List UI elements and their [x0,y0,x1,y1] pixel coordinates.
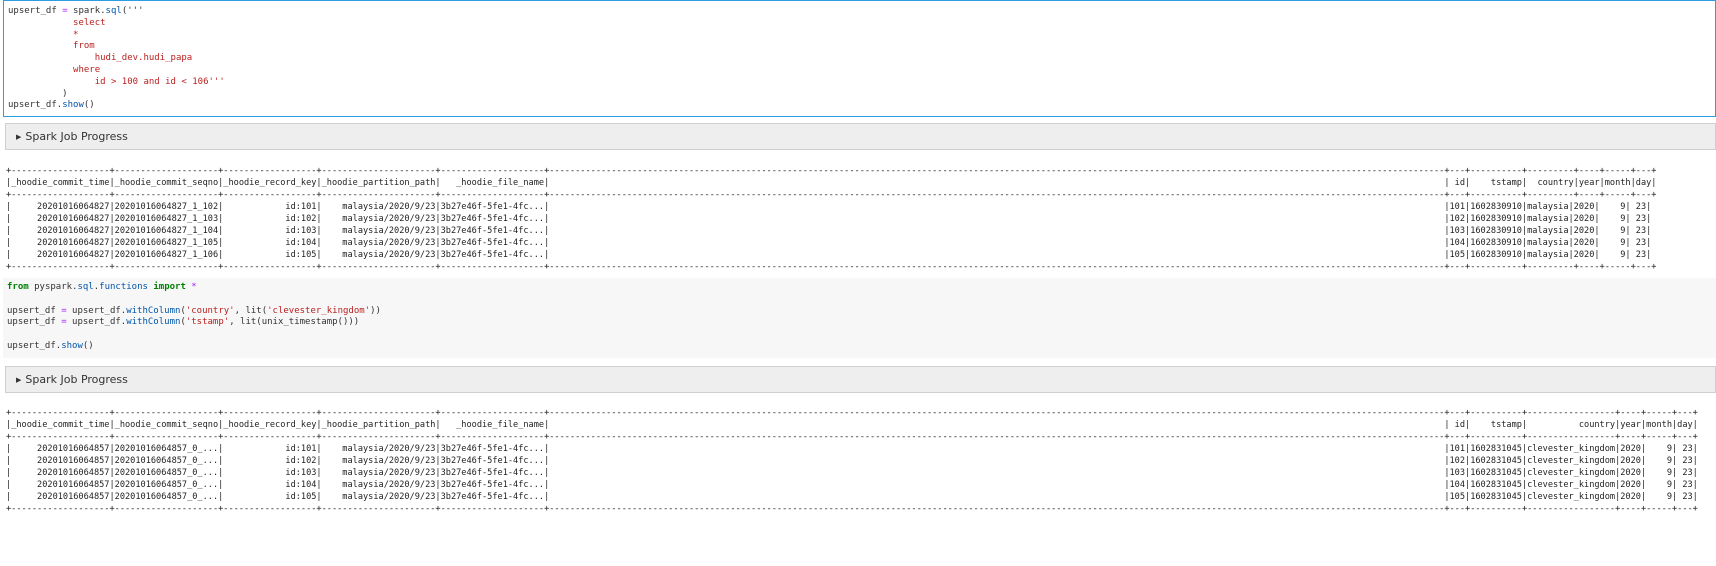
code-line: select [8,17,106,28]
output-line: +-------------------+-------------------… [6,408,1698,418]
code-line: ) [8,88,68,99]
code-line: id > 100 and id < 106''' [8,76,225,87]
caret-right-icon: ▶ [16,132,22,141]
output-line: | 20201016064827|20201016064827_1_105| i… [6,238,1652,248]
spark-job-progress-2[interactable]: ▶ Spark Job Progress [5,366,1716,393]
output-line: | 20201016064857|20201016064857_0_...| i… [6,480,1698,490]
output-line: | 20201016064857|20201016064857_0_...| i… [6,468,1698,478]
output-line: | 20201016064857|20201016064857_0_...| i… [6,444,1698,454]
code-line: where [8,64,101,75]
code-line: upsert_df = spark.sql(''' [8,6,144,16]
output-line: +-------------------+-------------------… [6,504,1698,514]
code-cell-2[interactable]: from pyspark.sql.functions import * upse… [3,278,1716,358]
output-line: | 20201016064857|20201016064857_0_...| i… [6,492,1698,502]
code-cell-1[interactable]: upsert_df = spark.sql(''' select * from … [3,0,1716,117]
code-line: upsert_df = upsert_df.withColumn('countr… [7,305,381,316]
spark-job-progress-label: Spark Job Progress [25,373,128,386]
caret-right-icon: ▶ [16,375,22,384]
code-line: upsert_df.show() [7,340,94,351]
spark-job-progress-label: Spark Job Progress [25,130,128,143]
code-line: upsert_df = upsert_df.withColumn('tstamp… [7,317,360,328]
code-editor-1[interactable]: upsert_df = spark.sql(''' select * from … [4,6,1715,112]
output-line: +-------------------+-------------------… [6,262,1657,272]
output-line: |_hoodie_commit_time|_hoodie_commit_seqn… [6,178,1657,188]
code-line: hudi_dev.hudi_papa [8,53,193,64]
output-line: | 20201016064827|20201016064827_1_102| i… [6,202,1652,212]
output-line: | 20201016064857|20201016064857_0_...| i… [6,456,1698,466]
code-editor-2[interactable]: from pyspark.sql.functions import * upse… [3,282,1716,353]
output-line: | 20201016064827|20201016064827_1_104| i… [6,226,1652,236]
code-line: from [8,41,95,52]
output-line: |_hoodie_commit_time|_hoodie_commit_seqn… [6,420,1698,430]
output-line: +-------------------+-------------------… [6,432,1698,442]
output-table-1: +-------------------+-------------------… [6,165,1716,275]
output-table-2: +-------------------+-------------------… [6,407,1716,517]
code-line: * [8,29,79,40]
output-line: | 20201016064827|20201016064827_1_106| i… [6,250,1652,260]
output-line: +-------------------+-------------------… [6,166,1657,176]
spark-job-progress-1[interactable]: ▶ Spark Job Progress [5,123,1716,150]
output-line: +-------------------+-------------------… [6,190,1657,200]
code-line: upsert_df.show() [8,100,95,111]
output-line: | 20201016064827|20201016064827_1_103| i… [6,214,1652,224]
code-line: from pyspark.sql.functions import * [7,282,197,292]
